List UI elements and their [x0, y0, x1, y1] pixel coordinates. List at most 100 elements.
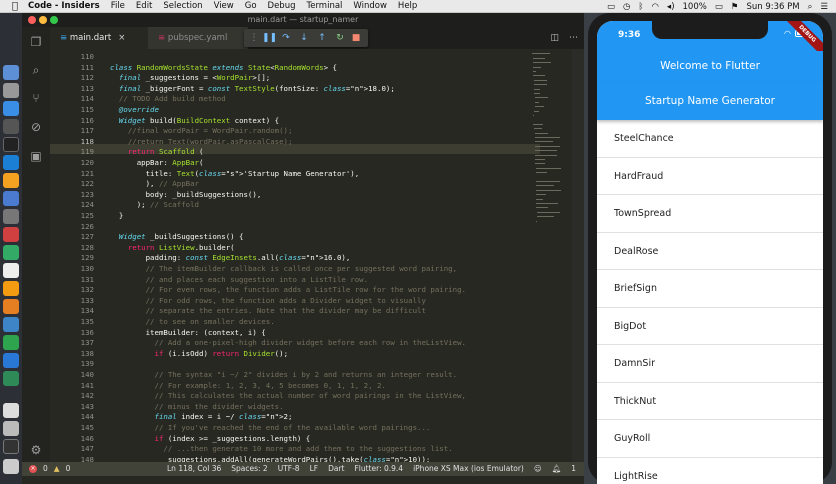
menu-go[interactable]: Go: [245, 1, 257, 11]
smiley-feedback-icon[interactable]: ☺: [534, 462, 542, 476]
activity-monitor-icon[interactable]: [3, 245, 19, 260]
restart-icon[interactable]: ↻: [334, 32, 346, 44]
maximize-window-button[interactable]: [50, 16, 58, 24]
list-item[interactable]: SteelChance: [597, 120, 823, 157]
menu-view[interactable]: View: [214, 1, 234, 11]
code-line[interactable]: // The syntax "i ~/ 2" divides i by 2 an…: [110, 370, 458, 379]
app-icon-blue[interactable]: [3, 317, 19, 332]
code-line[interactable]: title: Text(class="s">'Startup Name Gene…: [110, 169, 360, 178]
appstore-icon[interactable]: [3, 101, 19, 116]
bluetooth-icon[interactable]: ᛒ: [638, 2, 643, 12]
list-item[interactable]: BriefSign: [597, 270, 823, 307]
code-line[interactable]: // For odd rows, the function adds a Div…: [110, 296, 426, 305]
charts-icon[interactable]: [3, 299, 19, 314]
code-line[interactable]: // For example: 1, 2, 3, 4, 5 becomes 0,…: [110, 381, 386, 390]
device-selector[interactable]: iPhone XS Max (ios Emulator): [413, 462, 524, 476]
warning-icon[interactable]: ▲: [54, 462, 60, 476]
code-line[interactable]: appBar: AppBar(: [110, 158, 204, 167]
code-line[interactable]: // to see on smaller devices.: [110, 317, 275, 326]
system-preferences-icon[interactable]: [3, 119, 19, 134]
list-item[interactable]: BigDot: [597, 308, 823, 345]
error-count[interactable]: 0: [43, 462, 48, 476]
code-editor[interactable]: 110 111 112 113 114 115 116 117 118 119 120 121 122 1…: [50, 49, 584, 476]
code-line[interactable]: ), // AppBar: [110, 179, 199, 188]
utility-icon[interactable]: [3, 209, 19, 224]
debug-icon[interactable]: ⊘: [29, 120, 43, 134]
trash-icon[interactable]: [3, 459, 19, 474]
screen-icon[interactable]: [3, 439, 19, 454]
document-icon[interactable]: [3, 403, 19, 418]
battery-icon[interactable]: ▭: [715, 2, 723, 12]
code-line[interactable]: }: [110, 211, 123, 220]
line-ending[interactable]: LF: [310, 462, 319, 476]
code-line[interactable]: // TODO Add build method: [110, 94, 226, 103]
code-line[interactable]: class RandomWordsState extends State<Ran…: [110, 63, 337, 72]
code-line[interactable]: body: _buildSuggestions(),: [110, 190, 262, 199]
code-line[interactable]: if (index >= _suggestions.length) {: [110, 434, 311, 443]
list-item[interactable]: GuyRoll: [597, 420, 823, 457]
suggestions-list[interactable]: SteelChance HardFraud TownSpread DealRose Br…: [597, 120, 823, 484]
menu-selection[interactable]: Selection: [163, 1, 202, 11]
minimap[interactable]: [532, 49, 564, 249]
error-icon[interactable]: ×: [29, 465, 37, 473]
code-line[interactable]: // This calculates the actual number of …: [110, 391, 466, 400]
terminal-icon[interactable]: [3, 137, 19, 152]
menu-terminal[interactable]: Terminal: [306, 1, 342, 11]
source-control-icon[interactable]: ⑂: [29, 91, 43, 105]
finder-icon[interactable]: [3, 65, 19, 80]
calendar-icon[interactable]: [3, 263, 19, 278]
menubar-clock[interactable]: Sun 9:36 PM: [746, 2, 799, 12]
step-into-icon[interactable]: ↓: [298, 32, 310, 44]
close-window-button[interactable]: [28, 16, 36, 24]
step-out-icon[interactable]: ↑: [316, 32, 328, 44]
code-line[interactable]: padding: const EdgeInsets.all(class="n">…: [110, 253, 351, 262]
split-editor-icon[interactable]: ◫: [550, 33, 559, 43]
code-line[interactable]: final index = i ~/ class="n">2;: [110, 412, 293, 421]
menu-list-icon[interactable]: ☰: [820, 2, 828, 12]
code-line[interactable]: Widget _buildSuggestions() {: [110, 232, 244, 241]
list-item[interactable]: ThickNut: [597, 383, 823, 420]
app-icon-green[interactable]: [3, 371, 19, 386]
code-line[interactable]: // Add a one-pixel-high divider widget b…: [110, 338, 466, 347]
list-item[interactable]: HardFraud: [597, 158, 823, 195]
sublime-icon[interactable]: [3, 173, 19, 188]
step-over-icon[interactable]: ↷: [280, 32, 292, 44]
explorer-icon[interactable]: ❐: [29, 35, 43, 49]
code-line[interactable]: final _biggerFont = const TextStyle(font…: [110, 84, 395, 93]
stop-icon[interactable]: ■: [350, 32, 362, 44]
code-line[interactable]: @override: [110, 105, 159, 114]
vscode-icon[interactable]: [3, 155, 19, 170]
app-menu-name[interactable]: Code - Insiders: [28, 1, 100, 11]
tab-main-dart[interactable]: ≡ main.dart ×: [50, 27, 148, 49]
menu-file[interactable]: File: [111, 1, 125, 11]
folder-icon[interactable]: [3, 421, 19, 436]
drag-handle-icon[interactable]: ⋮: [248, 32, 260, 44]
list-item[interactable]: DamnSir: [597, 345, 823, 382]
list-item[interactable]: LightRise: [597, 458, 823, 484]
extensions-icon[interactable]: ▣: [29, 149, 43, 163]
list-item[interactable]: DealRose: [597, 233, 823, 270]
encoding[interactable]: UTF-8: [278, 462, 300, 476]
code-line[interactable]: return Scaffold (: [110, 147, 204, 156]
apple-icon[interactable]: : [12, 1, 18, 12]
app-icon-orange[interactable]: [3, 281, 19, 296]
code-line[interactable]: // For even rows, the function adds a Li…: [110, 285, 466, 294]
close-tab-icon[interactable]: ×: [118, 33, 125, 43]
code-line[interactable]: final _suggestions = <WordPair>[];: [110, 73, 270, 82]
code-line[interactable]: if (i.isOdd) return Divider();: [110, 349, 289, 358]
code-line[interactable]: // and places each suggestion into a Lis…: [110, 275, 368, 284]
xcode-icon[interactable]: [3, 191, 19, 206]
code-line[interactable]: Widget build(BuildContext context) {: [110, 116, 279, 125]
code-line[interactable]: // minus the divider widgets.: [110, 402, 284, 411]
chrome-icon[interactable]: [3, 335, 19, 350]
menu-debug[interactable]: Debug: [268, 1, 296, 11]
bell-icon[interactable]: 🔔︎: [552, 462, 562, 476]
code-line[interactable]: itemBuilder: (context, i) {: [110, 328, 266, 337]
code-line[interactable]: // ...then generate 10 more and add them…: [110, 444, 452, 453]
flag-icon[interactable]: ⚑: [731, 2, 739, 12]
minimize-window-button[interactable]: [39, 16, 47, 24]
code-line[interactable]: // If you've reached the end of the avai…: [110, 423, 431, 432]
launchpad-icon[interactable]: [3, 83, 19, 98]
cursor-position[interactable]: Ln 118, Col 36: [167, 462, 221, 476]
pause-icon[interactable]: ❚❚: [262, 32, 277, 44]
